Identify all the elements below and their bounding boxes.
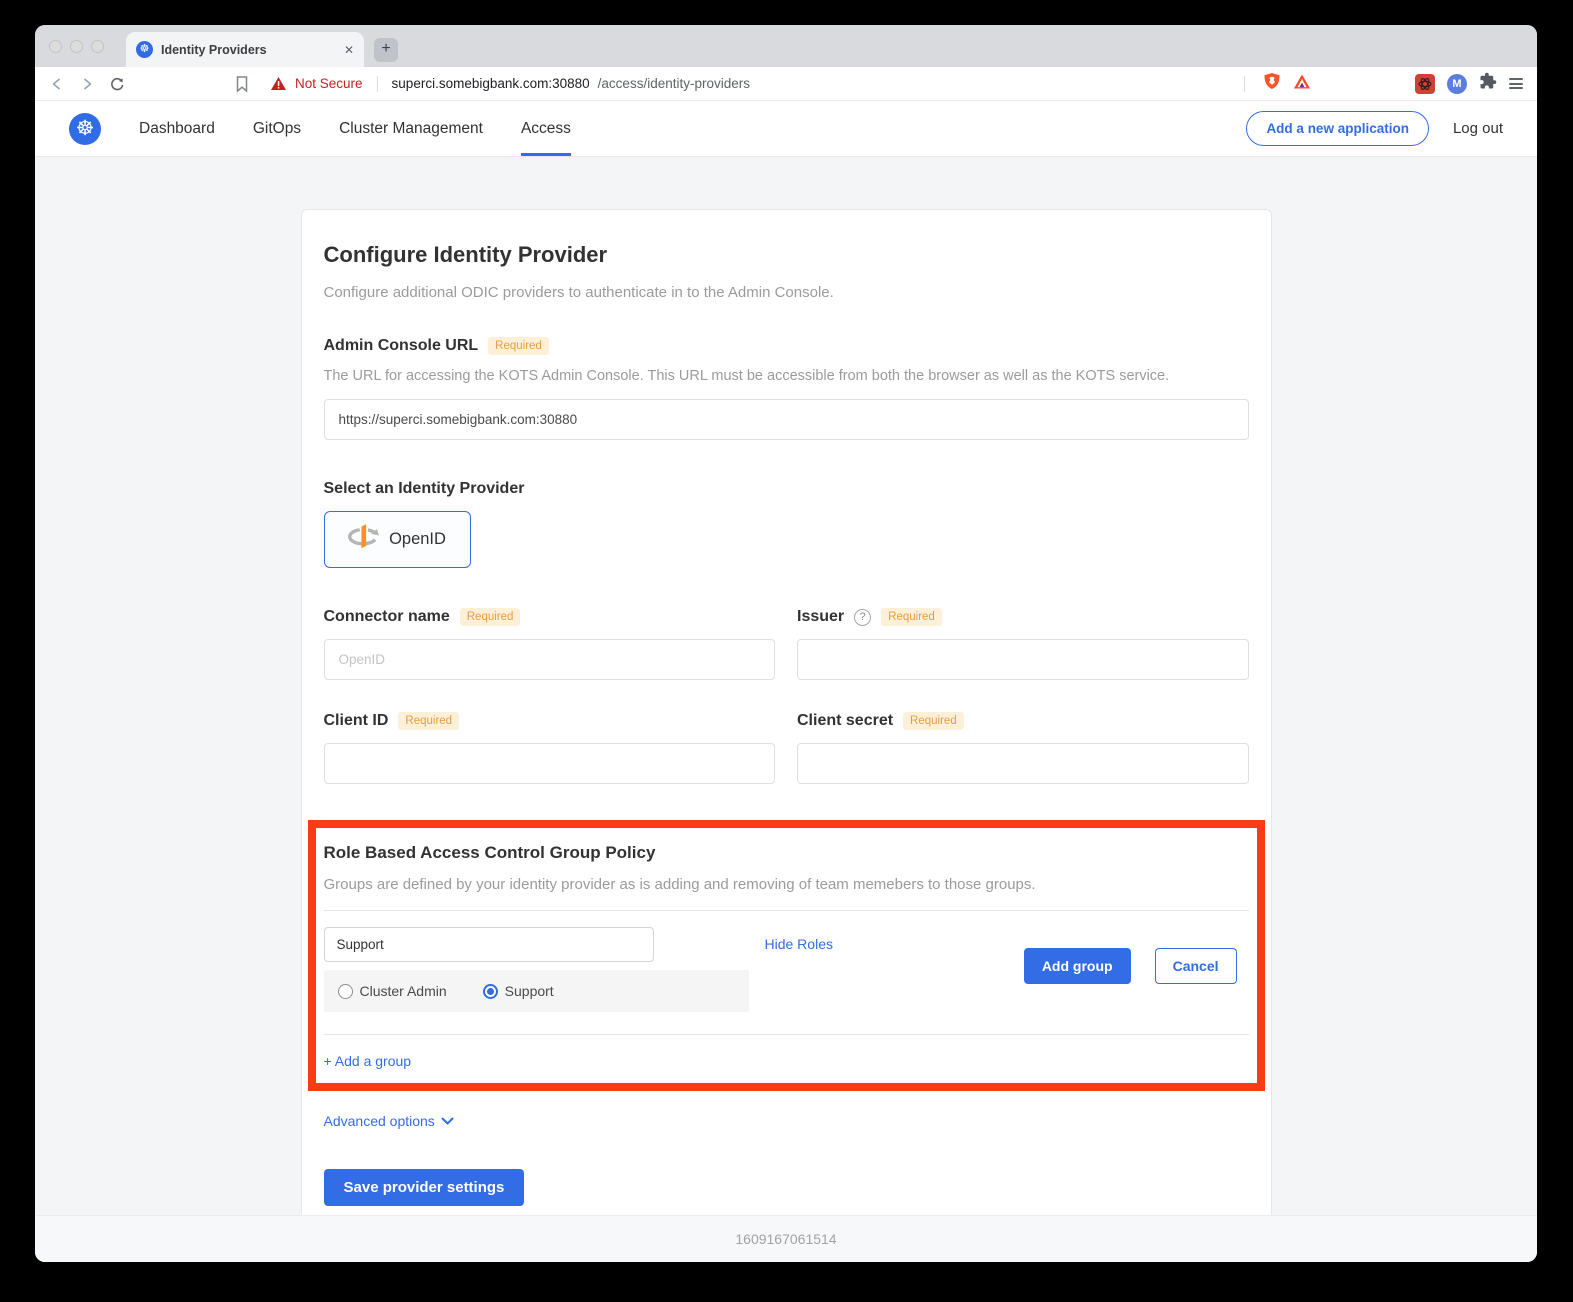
radio-checked-icon[interactable] bbox=[483, 984, 498, 999]
url-bar[interactable]: Not Secure superci.somebigbank.com:30880… bbox=[270, 76, 1224, 92]
rbac-highlight-annotation: Role Based Access Control Group Policy G… bbox=[308, 820, 1265, 1091]
bat-rewards-icon[interactable] bbox=[1293, 73, 1311, 95]
window-controls bbox=[49, 25, 104, 67]
required-badge: Required bbox=[903, 712, 964, 730]
role-radio-support[interactable]: Support bbox=[483, 983, 554, 999]
issuer-input[interactable] bbox=[797, 639, 1249, 680]
footer-timestamp: 1609167061514 bbox=[735, 1231, 836, 1247]
identity-provider-card: Configure Identity Provider Configure ad… bbox=[301, 209, 1272, 1215]
client-secret-label: Client secret bbox=[797, 712, 893, 730]
roles-panel: Cluster Admin Support bbox=[324, 970, 749, 1012]
extensions-puzzle-icon[interactable] bbox=[1479, 72, 1497, 95]
role-label: Cluster Admin bbox=[360, 983, 447, 999]
rbac-divider-top bbox=[324, 910, 1249, 911]
page-subtitle: Configure additional ODIC providers to a… bbox=[324, 284, 1249, 301]
tab-title: Identity Providers bbox=[161, 43, 336, 57]
connector-name-label: Connector name bbox=[324, 608, 450, 626]
add-a-group-link[interactable]: + Add a group bbox=[324, 1053, 412, 1069]
advanced-options-label: Advanced options bbox=[324, 1113, 435, 1129]
required-badge: Required bbox=[881, 608, 942, 626]
client-secret-input[interactable] bbox=[797, 743, 1249, 784]
client-id-label: Client ID bbox=[324, 712, 389, 730]
browser-window: ☸ Identity Providers ✕ + Not Secure supe… bbox=[35, 25, 1537, 1262]
browser-tab[interactable]: ☸ Identity Providers ✕ bbox=[126, 32, 364, 67]
url-separator bbox=[377, 76, 378, 92]
cancel-button[interactable]: Cancel bbox=[1155, 948, 1237, 984]
kubernetes-favicon-icon: ☸ bbox=[136, 41, 153, 58]
openid-provider-tile[interactable]: OpenID bbox=[324, 511, 471, 568]
client-id-input[interactable] bbox=[324, 743, 776, 784]
nav-item-cluster-management[interactable]: Cluster Management bbox=[339, 101, 483, 156]
openid-logo-icon bbox=[348, 523, 380, 556]
select-provider-label: Select an Identity Provider bbox=[324, 480, 525, 498]
required-badge: Required bbox=[398, 712, 459, 730]
minimize-window-icon[interactable] bbox=[70, 40, 83, 53]
group-name-input[interactable] bbox=[324, 927, 654, 962]
app-header: ☸ Dashboard GitOps Cluster Management Ac… bbox=[35, 101, 1537, 157]
admin-console-url-input[interactable] bbox=[324, 399, 1249, 440]
url-host: superci.somebigbank.com:30880 bbox=[392, 76, 590, 91]
kubernetes-logo-icon: ☸ bbox=[69, 113, 101, 145]
hide-roles-link[interactable]: Hide Roles bbox=[765, 936, 833, 952]
chevron-down-icon bbox=[441, 1117, 454, 1125]
page-title: Configure Identity Provider bbox=[324, 242, 1249, 268]
reload-icon[interactable] bbox=[109, 76, 125, 92]
tab-strip: ☸ Identity Providers ✕ + bbox=[35, 25, 1537, 67]
issuer-help-icon[interactable]: ? bbox=[854, 609, 871, 626]
save-provider-settings-button[interactable]: Save provider settings bbox=[324, 1169, 525, 1206]
not-secure-label: Not Secure bbox=[295, 76, 363, 91]
advanced-options-link[interactable]: Advanced options bbox=[324, 1113, 454, 1129]
maximize-window-icon[interactable] bbox=[91, 40, 104, 53]
issuer-label: Issuer bbox=[797, 608, 844, 626]
app-nav: Dashboard GitOps Cluster Management Acce… bbox=[139, 101, 571, 156]
nav-item-gitops[interactable]: GitOps bbox=[253, 101, 301, 156]
rbac-divider-bottom bbox=[324, 1034, 1249, 1035]
toolbar-extensions: M bbox=[1238, 72, 1523, 95]
profile-avatar-icon[interactable]: M bbox=[1447, 74, 1467, 94]
role-radio-cluster-admin[interactable]: Cluster Admin bbox=[338, 983, 447, 999]
admin-console-url-help: The URL for accessing the KOTS Admin Con… bbox=[324, 368, 1249, 384]
browser-menu-icon[interactable] bbox=[1509, 76, 1523, 92]
toolbar-separator bbox=[1244, 76, 1245, 92]
nav-item-dashboard[interactable]: Dashboard bbox=[139, 101, 215, 156]
main-content: Configure Identity Provider Configure ad… bbox=[35, 157, 1537, 1215]
url-path: /access/identity-providers bbox=[598, 76, 750, 91]
browser-toolbar: Not Secure superci.somebigbank.com:30880… bbox=[35, 67, 1537, 101]
connector-name-input[interactable] bbox=[324, 639, 776, 680]
openid-provider-name: OpenID bbox=[389, 530, 446, 549]
required-badge: Required bbox=[460, 608, 521, 626]
add-new-application-button[interactable]: Add a new application bbox=[1246, 111, 1429, 146]
extension-red-icon[interactable] bbox=[1415, 74, 1435, 94]
required-badge: Required bbox=[488, 337, 549, 355]
admin-console-url-label: Admin Console URL bbox=[324, 337, 479, 355]
add-group-button[interactable]: Add group bbox=[1024, 948, 1131, 984]
rbac-description: Groups are defined by your identity prov… bbox=[324, 876, 1249, 893]
role-label: Support bbox=[505, 983, 554, 999]
app-footer: 1609167061514 bbox=[35, 1215, 1537, 1262]
warning-triangle-icon bbox=[270, 76, 287, 91]
rbac-title: Role Based Access Control Group Policy bbox=[324, 843, 1249, 863]
bookmark-icon[interactable] bbox=[234, 75, 250, 93]
radio-unchecked-icon[interactable] bbox=[338, 984, 353, 999]
close-window-icon[interactable] bbox=[49, 40, 62, 53]
back-icon[interactable] bbox=[49, 76, 65, 92]
logout-link[interactable]: Log out bbox=[1453, 120, 1503, 137]
new-tab-button[interactable]: + bbox=[374, 38, 398, 62]
nav-item-access[interactable]: Access bbox=[521, 101, 571, 156]
forward-icon[interactable] bbox=[79, 76, 95, 92]
brave-shield-icon[interactable] bbox=[1263, 72, 1281, 95]
close-tab-icon[interactable]: ✕ bbox=[344, 43, 354, 57]
